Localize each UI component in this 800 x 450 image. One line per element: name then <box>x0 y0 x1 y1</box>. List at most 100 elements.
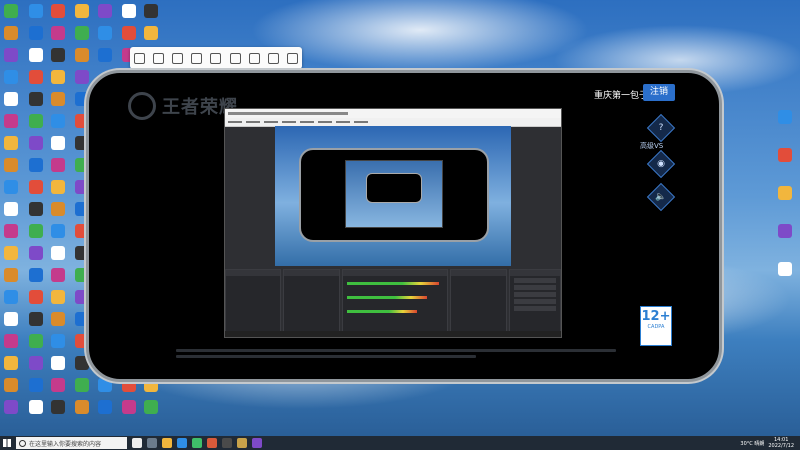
desktop-app-icon[interactable] <box>29 136 43 150</box>
cart-icon[interactable] <box>286 52 298 64</box>
desktop-app-icon[interactable] <box>778 186 792 200</box>
toolbar-icon[interactable] <box>172 52 184 64</box>
clock[interactable]: 14:01 2022/7/12 <box>768 437 794 449</box>
desktop-app-icon[interactable] <box>98 400 112 414</box>
toolbar-icon[interactable] <box>134 52 146 64</box>
desktop-app-icon[interactable] <box>4 224 18 238</box>
desktop-app-icon[interactable] <box>4 268 18 282</box>
desktop-app-icon[interactable] <box>778 262 792 276</box>
desktop-app-icon[interactable] <box>75 4 89 18</box>
desktop-app-icon[interactable] <box>144 26 158 40</box>
desktop-app-icon[interactable] <box>4 246 18 260</box>
desktop-app-icon[interactable] <box>4 180 18 194</box>
desktop-app-icon[interactable] <box>4 70 18 84</box>
taskbar-app-icon[interactable] <box>252 438 262 448</box>
desktop-app-icon[interactable] <box>4 378 18 392</box>
desktop-app-icon[interactable] <box>778 148 792 162</box>
control-button[interactable] <box>513 285 557 290</box>
desktop-app-icon[interactable] <box>51 180 65 194</box>
desktop-app-icon[interactable] <box>29 70 43 84</box>
desktop-app-icon[interactable] <box>51 246 65 260</box>
desktop-app-icon[interactable] <box>98 4 112 18</box>
desktop-app-icon[interactable] <box>51 4 65 18</box>
control-button[interactable] <box>513 278 557 283</box>
desktop-app-icon[interactable] <box>51 202 65 216</box>
desktop-app-icon[interactable] <box>51 114 65 128</box>
system-tray[interactable]: 30°C 晴朗 14:01 2022/7/12 <box>740 437 794 449</box>
desktop-app-icon[interactable] <box>29 26 43 40</box>
desktop-app-icon[interactable] <box>29 180 43 194</box>
desktop-app-icon[interactable] <box>51 378 65 392</box>
control-button[interactable] <box>513 299 557 304</box>
desktop-app-icon[interactable] <box>4 4 18 18</box>
desktop-app-icon[interactable] <box>51 312 65 326</box>
transitions-dock[interactable] <box>450 269 507 337</box>
toolbar-icon[interactable] <box>248 52 260 64</box>
obs-window[interactable] <box>224 108 562 338</box>
taskbar-app-icon[interactable] <box>177 438 187 448</box>
desktop-app-icon[interactable] <box>29 290 43 304</box>
desktop-app-icon[interactable] <box>98 26 112 40</box>
taskbar-app-icon[interactable] <box>147 438 157 448</box>
control-button[interactable] <box>513 292 557 297</box>
desktop-app-icon[interactable] <box>29 246 43 260</box>
desktop-app-icon[interactable] <box>29 400 43 414</box>
desktop-app-icon[interactable] <box>4 26 18 40</box>
taskbar-app-icon[interactable] <box>192 438 202 448</box>
desktop-app-icon[interactable] <box>4 356 18 370</box>
taskbar-app-icon[interactable] <box>237 438 247 448</box>
taskbar-app-icon[interactable] <box>207 438 217 448</box>
desktop-app-icon[interactable] <box>4 290 18 304</box>
controls-dock[interactable] <box>508 269 562 337</box>
desktop-app-icon[interactable] <box>51 26 65 40</box>
desktop-app-icon[interactable] <box>4 158 18 172</box>
desktop-app-icon[interactable] <box>51 290 65 304</box>
toolbar-icon[interactable] <box>153 52 165 64</box>
desktop-app-icon[interactable] <box>4 114 18 128</box>
desktop-app-icon[interactable] <box>122 4 136 18</box>
desktop-app-icon[interactable] <box>4 48 18 62</box>
desktop-app-icon[interactable] <box>4 334 18 348</box>
desktop-app-icon[interactable] <box>29 224 43 238</box>
desktop-app-icon[interactable] <box>51 356 65 370</box>
desktop-app-icon[interactable] <box>29 92 43 106</box>
desktop-app-icon[interactable] <box>29 48 43 62</box>
desktop-app-icon[interactable] <box>29 268 43 282</box>
desktop-app-icon[interactable] <box>75 70 89 84</box>
floating-toolbar[interactable] <box>130 47 302 69</box>
desktop-app-icon[interactable] <box>778 224 792 238</box>
desktop-app-icon[interactable] <box>51 92 65 106</box>
desktop-app-icon[interactable] <box>51 158 65 172</box>
desktop-app-icon[interactable] <box>51 268 65 282</box>
desktop-app-icon[interactable] <box>75 26 89 40</box>
taskbar-app-icon[interactable] <box>222 438 232 448</box>
desktop-app-icon[interactable] <box>4 400 18 414</box>
desktop-app-icon[interactable] <box>29 312 43 326</box>
audio-mixer-dock[interactable] <box>341 269 449 337</box>
desktop-app-icon[interactable] <box>51 48 65 62</box>
desktop-app-icon[interactable] <box>4 202 18 216</box>
desktop-app-icon[interactable] <box>29 356 43 370</box>
desktop-app-icon[interactable] <box>4 136 18 150</box>
desktop-app-icon[interactable] <box>29 114 43 128</box>
toolbar-icon[interactable] <box>229 52 241 64</box>
toolbar-icon[interactable] <box>267 52 279 64</box>
desktop-app-icon[interactable] <box>122 400 136 414</box>
logout-button[interactable]: 注销 <box>643 84 675 101</box>
desktop-app-icon[interactable] <box>778 110 792 124</box>
scenes-dock[interactable] <box>225 269 282 337</box>
desktop-app-icon[interactable] <box>51 70 65 84</box>
desktop-app-icon[interactable] <box>144 4 158 18</box>
desktop-app-icon[interactable] <box>29 334 43 348</box>
control-button[interactable] <box>513 306 557 311</box>
toolbar-icon[interactable] <box>210 52 222 64</box>
desktop-app-icon[interactable] <box>122 26 136 40</box>
desktop-app-icon[interactable] <box>29 378 43 392</box>
desktop-app-icon[interactable] <box>51 224 65 238</box>
desktop-app-icon[interactable] <box>75 400 89 414</box>
desktop-app-icon[interactable] <box>51 136 65 150</box>
taskbar-app-icon[interactable] <box>162 438 172 448</box>
desktop-app-icon[interactable] <box>4 312 18 326</box>
taskbar-search[interactable]: 在这里输入你要搜索的内容 <box>16 437 127 449</box>
taskbar-app-icon[interactable] <box>132 438 142 448</box>
